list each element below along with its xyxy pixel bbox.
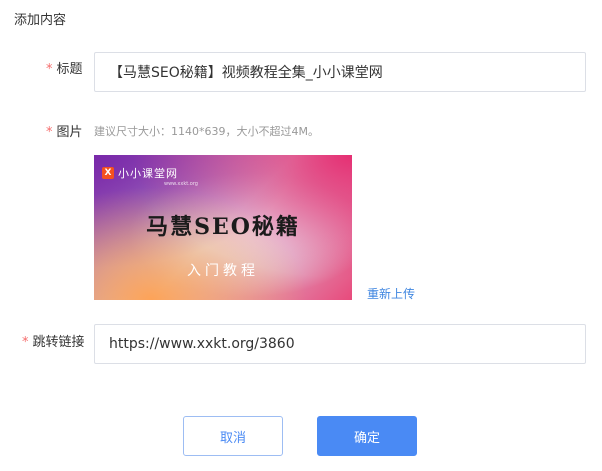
logo-text: 小小课堂网 xyxy=(118,167,178,180)
link-label: * 跳转链接 xyxy=(22,334,85,352)
link-input[interactable] xyxy=(94,324,586,364)
thumbnail-title: 马慧SEO秘籍 xyxy=(146,214,300,240)
section-title: 添加内容 xyxy=(14,13,67,28)
thumbnail-subtitle: 入门教程 xyxy=(187,263,259,279)
required-mark: * xyxy=(22,335,29,350)
image-label-text: 图片 xyxy=(56,125,83,140)
title-input[interactable] xyxy=(94,52,586,92)
cancel-button[interactable]: 取消 xyxy=(183,416,283,456)
reupload-link[interactable]: 重新上传 xyxy=(367,286,415,302)
image-size-hint: 建议尺寸大小：1140*639，大小不超过4M。 xyxy=(94,125,319,138)
required-mark: * xyxy=(46,62,53,77)
confirm-button[interactable]: 确定 xyxy=(317,416,417,456)
thumbnail-logo: X 小小课堂网 xyxy=(102,165,178,181)
link-label-text: 跳转链接 xyxy=(32,335,85,350)
logo-icon: X xyxy=(102,167,114,179)
image-thumbnail[interactable]: X 小小课堂网 www.xxkt.org 马慧SEO秘籍 入门教程 xyxy=(94,155,352,300)
logo-subtext: www.xxkt.org xyxy=(164,181,198,187)
add-content-form: 添加内容 *标题 *图片 建议尺寸大小：1140*639，大小不超过4M。 X … xyxy=(0,0,602,471)
image-label: * 图片 xyxy=(46,124,83,142)
title-label-text: 标题 xyxy=(56,62,83,77)
required-mark: * xyxy=(46,125,53,140)
title-label: * 标题 xyxy=(46,61,83,79)
